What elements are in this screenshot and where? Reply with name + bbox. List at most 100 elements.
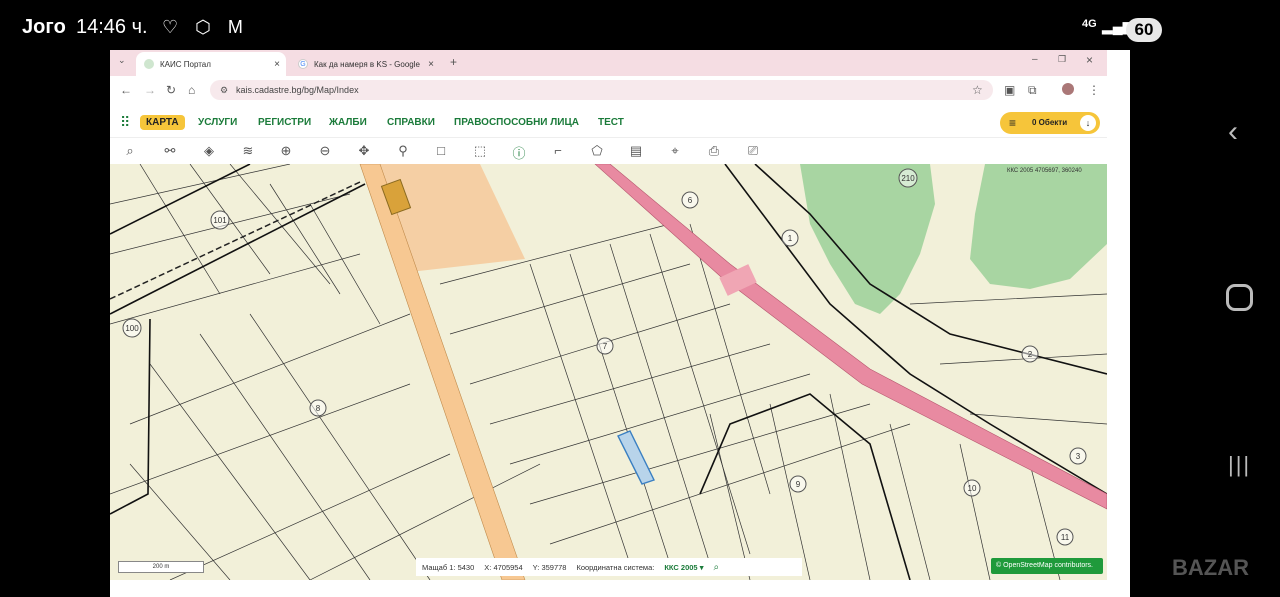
zoom-out-icon[interactable]: ⊖ [316, 143, 334, 159]
url-text: kais.cadastre.bg/bg/Map/Index [236, 85, 359, 95]
browser-window: ⌄ КАИС Портал × G Как да намеря в KS - G… [110, 50, 1130, 597]
parcel-label: 9 [789, 475, 807, 493]
tab-list-icon[interactable]: ⌄ [118, 55, 126, 66]
menu-map[interactable]: КАРТА [140, 115, 185, 130]
puzzle-icon[interactable]: ⧉ [1028, 83, 1037, 98]
x-label: X: [484, 562, 492, 572]
map-canvas[interactable]: 210 101 6 1 100 7 8 2 9 10 3 11 [110, 164, 1107, 580]
parcel-label: 101 [210, 210, 230, 230]
search-coordinates-icon[interactable]: ⌕ [713, 562, 719, 573]
svg-text:9: 9 [796, 480, 801, 489]
parcel-label: 8 [309, 399, 327, 417]
y-value: 359778 [541, 562, 567, 572]
svg-text:10: 10 [968, 484, 977, 493]
select-rectangle-icon[interactable]: □ [432, 143, 450, 158]
svg-text:8: 8 [316, 404, 321, 413]
osm-attribution-text: © OpenStreetMap contributors. [996, 562, 1093, 569]
draw-polygon-icon[interactable]: ⬠ [588, 143, 606, 159]
scale-bar-label: 200 m [152, 564, 170, 570]
forward-icon[interactable]: → [144, 83, 156, 97]
menu-references[interactable]: СПРАВКИ [387, 117, 435, 128]
svg-text:101: 101 [213, 216, 227, 225]
phone-status-bar: Joгo 14:46 ч. ♡ ⬡ M 4G ▂▄▆ 60 [0, 0, 1280, 50]
svg-text:100: 100 [125, 324, 139, 333]
parcel-label: 1 [781, 229, 799, 247]
close-tab-icon[interactable]: × [428, 59, 434, 70]
parcel-label: 11 [1056, 528, 1074, 546]
coordinate-system-label: Координатна система: [576, 562, 655, 572]
coordinate-system-select[interactable]: ККС 2005 ▾ [664, 563, 703, 572]
route-icon[interactable]: ⚯ [161, 143, 179, 159]
cadastral-map[interactable]: 210 101 6 1 100 7 8 2 9 10 3 11 [110, 164, 1107, 580]
reload-icon[interactable]: ↻ [166, 83, 176, 97]
layers-icon[interactable]: ≋ [239, 143, 257, 159]
dashed-boundary [110, 181, 361, 300]
download-icon: ↓ [1080, 115, 1096, 131]
pan-icon[interactable]: ✥ [355, 143, 373, 159]
parcel-label: 2 [1021, 345, 1039, 363]
tab-label: КАИС Портал [160, 59, 211, 69]
parcel-label: 210 [898, 168, 918, 188]
bookmark-star-icon[interactable]: ☆ [972, 83, 983, 97]
apps-grid-icon[interactable]: ⠿ [120, 114, 130, 131]
menu-test[interactable]: ТЕСТ [598, 117, 624, 128]
objects-button[interactable]: ≡ 0 Обекти ↓ [1000, 112, 1100, 134]
url-field[interactable]: kais.cadastre.bg/bg/Map/Index [210, 80, 993, 100]
tab-label: Как да намеря в KS - Google [314, 59, 420, 69]
tab-bar: ⌄ КАИС Портал × G Как да намеря в KS - G… [110, 50, 1107, 76]
select-area-icon[interactable]: ⬚ [471, 143, 489, 159]
recents-nav-icon[interactable]: ||| [1228, 452, 1251, 478]
home-icon[interactable]: ⌂ [188, 83, 195, 97]
close-tab-icon[interactable]: × [274, 59, 280, 70]
page-margin [1107, 50, 1130, 597]
hamburger-icon: ≡ [1009, 116, 1017, 130]
x-readout: X: 4705954 [484, 563, 522, 572]
menu-registers[interactable]: РЕГИСТРИ [258, 117, 311, 128]
svg-text:2: 2 [1028, 350, 1033, 359]
zoom-in-icon[interactable]: ⊕ [277, 143, 295, 159]
print-icon[interactable]: ⎚ [744, 143, 762, 159]
site-info-icon[interactable]: ⚙ [220, 85, 228, 96]
scale-readout: Мащаб 1: 5430 [422, 563, 474, 572]
map-icon[interactable]: ▤ [627, 143, 645, 159]
info-icon[interactable]: ⓘ [510, 143, 528, 162]
profile-avatar[interactable] [1062, 83, 1074, 95]
search-icon[interactable]: ⌕ [121, 143, 139, 159]
x-value: 4705954 [493, 562, 523, 572]
address-bar-row: ← → ↻ ⌂ kais.cadastre.bg/bg/Map/Index ⚙ … [110, 76, 1107, 104]
restore-icon[interactable]: ❐ [1058, 54, 1066, 65]
tab-kais-portal[interactable]: КАИС Портал × [136, 52, 286, 76]
scale-bar: 200 m [118, 561, 204, 573]
menu-services[interactable]: УСЛУГИ [198, 117, 237, 128]
network-type: 4G [1082, 18, 1097, 30]
parcel-label: 7 [596, 337, 614, 355]
back-nav-icon[interactable]: ‹ [1228, 115, 1238, 149]
basemap-layers-icon[interactable]: ◈ [200, 143, 218, 159]
crosshair-icon[interactable]: ⌖ [666, 143, 684, 159]
measure-angle-icon[interactable]: ⌐ [549, 143, 567, 158]
osm-attribution[interactable]: © OpenStreetMap contributors. [991, 558, 1103, 574]
new-tab-icon[interactable]: + [450, 55, 457, 69]
minimize-icon[interactable]: – [1032, 54, 1038, 65]
parcel-lines [110, 164, 1107, 580]
extension-icon[interactable]: ▣ [1004, 83, 1015, 97]
export-icon[interactable]: ⎙ [705, 143, 723, 159]
location-pin-icon[interactable]: ⚲ [394, 143, 412, 159]
close-window-icon[interactable]: × [1086, 53, 1093, 67]
svg-text:11: 11 [1061, 533, 1070, 542]
svg-text:210: 210 [901, 174, 915, 183]
boundary-lines [110, 164, 1107, 580]
back-icon[interactable]: ← [120, 83, 132, 97]
scale-label: Мащаб 1: [422, 562, 456, 572]
menu-complaints[interactable]: ЖАЛБИ [329, 117, 367, 128]
svg-text:3: 3 [1076, 452, 1081, 461]
home-nav-icon[interactable] [1226, 284, 1253, 311]
coordinate-system-value: ККС 2005 [664, 562, 698, 572]
menu-qualified-persons[interactable]: ПРАВОСПОСОБНИ ЛИЦА [454, 117, 579, 128]
selected-parcel[interactable] [617, 430, 655, 485]
parcel-label: 10 [963, 479, 981, 497]
menu-kebab-icon[interactable]: ⋮ [1088, 83, 1100, 97]
tab-google-search[interactable]: G Как да намеря в KS - Google × [290, 52, 440, 76]
parcel-label: 6 [681, 191, 699, 209]
svg-text:1: 1 [788, 234, 793, 243]
